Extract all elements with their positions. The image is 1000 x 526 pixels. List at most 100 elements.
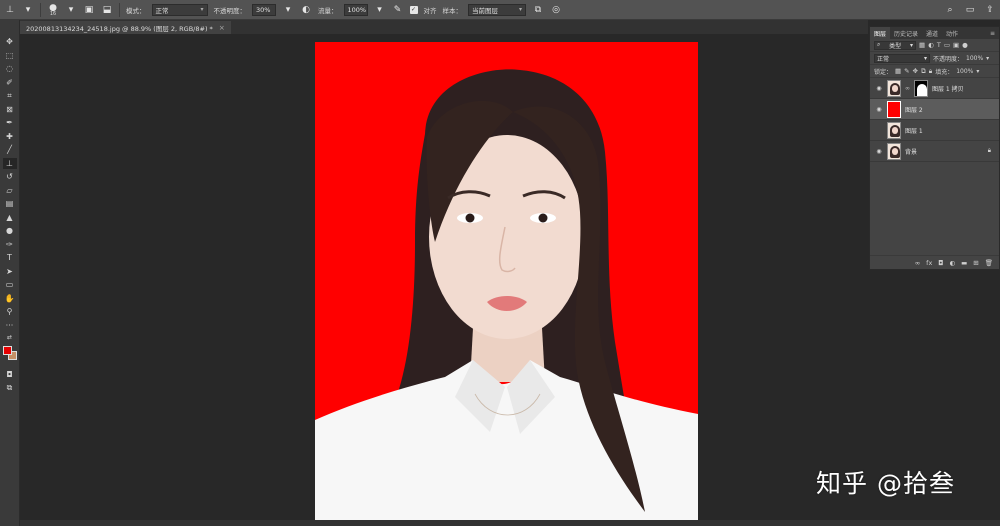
panel-menu-icon[interactable]: ≡ xyxy=(986,27,999,39)
clone-source-icon[interactable]: ⬓ xyxy=(101,4,113,16)
layer-name[interactable]: 图层 1 拷贝 xyxy=(932,84,964,93)
layer-row[interactable]: ◉ 图层 2 xyxy=(870,99,999,120)
clone-stamp-tool-preset-icon[interactable]: ⊥ xyxy=(4,4,16,16)
lock-icon: 🔒︎ xyxy=(987,147,991,154)
layer-row[interactable]: ◉ 图层 1 xyxy=(870,120,999,141)
layer-name[interactable]: 图层 2 xyxy=(905,105,923,114)
dodge-tool-icon[interactable]: ● xyxy=(3,225,17,237)
filter-pixel-icon[interactable]: ▦ xyxy=(919,41,925,49)
eye-hidden-icon[interactable]: ◉ xyxy=(875,127,883,134)
search-icon[interactable]: ⌕ xyxy=(944,4,956,16)
opacity-value[interactable]: 100% xyxy=(966,55,983,62)
chevron-down-icon[interactable]: ▾ xyxy=(65,4,77,16)
new-layer-icon[interactable]: ⊞ xyxy=(973,259,978,267)
move-tool-icon[interactable]: ✥ xyxy=(3,36,17,48)
more-tools-icon[interactable]: ··· xyxy=(3,320,17,332)
layer-row[interactable]: ◉ 背景 🔒︎ xyxy=(870,141,999,162)
blend-mode-select[interactable]: 正常 ▾ xyxy=(874,53,930,63)
eyedropper-tool-icon[interactable]: ✒ xyxy=(3,117,17,129)
filter-toggle-icon[interactable]: ● xyxy=(962,41,968,49)
layer-name[interactable]: 背景 xyxy=(905,147,917,156)
chevron-down-icon[interactable]: ▾ xyxy=(22,4,34,16)
document-canvas[interactable] xyxy=(315,42,698,520)
lock-all-icon[interactable]: 🔒︎ xyxy=(929,67,932,76)
chain-link-icon[interactable]: ∞ xyxy=(905,85,910,92)
lock-artboard-icon[interactable]: ⧉ xyxy=(921,67,926,76)
lock-image-icon[interactable]: ✎ xyxy=(904,67,909,75)
adjustment-icon[interactable]: ◐ xyxy=(949,259,955,267)
tab-channels[interactable]: 通道 xyxy=(922,27,942,39)
brush-size-picker[interactable]: ● 16 xyxy=(47,2,59,17)
eye-icon[interactable]: ◉ xyxy=(875,148,883,155)
layer-thumbnail xyxy=(887,79,901,97)
filter-adjustment-icon[interactable]: ◐ xyxy=(928,41,934,49)
layer-filter-select[interactable]: ⌕ 类型 ▾ xyxy=(874,40,916,50)
chevron-down-icon[interactable]: ▾ xyxy=(374,4,386,16)
lock-transparent-icon[interactable]: ▦ xyxy=(895,67,901,75)
zoom-tool-icon[interactable]: ⚲ xyxy=(3,306,17,318)
path-select-tool-icon[interactable]: ➤ xyxy=(3,266,17,278)
sample-select[interactable]: 当前图层 ▾ xyxy=(468,3,526,16)
mode-select[interactable]: 正常 ▾ xyxy=(151,3,208,16)
tab-layers[interactable]: 图层 xyxy=(870,27,891,39)
color-swatches[interactable] xyxy=(2,345,18,361)
marquee-tool-icon[interactable]: ⬚ xyxy=(3,50,17,62)
blur-tool-icon[interactable]: ▲ xyxy=(3,212,17,224)
ignore-adjustment-layers-icon[interactable]: ⧉ xyxy=(532,4,544,16)
lasso-tool-icon[interactable]: ◌ xyxy=(3,63,17,75)
filter-shape-icon[interactable]: ▭ xyxy=(944,41,950,49)
close-icon[interactable]: × xyxy=(219,24,225,32)
crop-tool-icon[interactable]: ⌗ xyxy=(3,90,17,102)
eraser-tool-icon[interactable]: ▱ xyxy=(3,185,17,197)
quick-mask-icon[interactable]: ◘ xyxy=(3,369,17,381)
workspace-icon[interactable]: ▭ xyxy=(964,4,976,16)
lock-position-icon[interactable]: ✥ xyxy=(913,67,918,75)
pen-tool-icon[interactable]: ✑ xyxy=(3,239,17,251)
quick-select-tool-icon[interactable]: ✐ xyxy=(3,77,17,89)
spot-heal-tool-icon[interactable]: ✚ xyxy=(3,131,17,143)
gradient-tool-icon[interactable]: ▤ xyxy=(3,198,17,210)
rectangle-tool-icon[interactable]: ▭ xyxy=(3,279,17,291)
tab-actions[interactable]: 动作 xyxy=(942,27,962,39)
canvas-workspace[interactable] xyxy=(20,34,868,520)
chevron-down-icon[interactable]: ▾ xyxy=(976,68,979,75)
history-brush-tool-icon[interactable]: ↺ xyxy=(3,171,17,183)
type-tool-icon[interactable]: T xyxy=(3,252,17,264)
mask-shape xyxy=(917,83,927,96)
document-tab[interactable]: 20200813134234_24518.jpg @ 88.9% (图层 2, … xyxy=(20,21,231,34)
airbrush-icon[interactable]: ✎ xyxy=(392,4,404,16)
hand-tool-icon[interactable]: ✋ xyxy=(3,293,17,305)
chevron-down-icon[interactable]: ▾ xyxy=(282,4,294,16)
aligned-checkbox[interactable]: ✓ xyxy=(409,5,418,14)
foreground-color-swatch[interactable] xyxy=(2,346,12,355)
pressure-size-icon[interactable]: ◎ xyxy=(550,4,562,16)
layer-mask-thumbnail[interactable] xyxy=(914,79,928,97)
layer-name[interactable]: 图层 1 xyxy=(905,126,923,135)
brush-tool-icon[interactable]: ╱ xyxy=(3,144,17,156)
link-icon[interactable]: ∞ xyxy=(915,259,920,267)
swap-colors-icon[interactable]: ⇄ xyxy=(3,333,17,341)
add-mask-icon[interactable]: ◘ xyxy=(938,259,943,267)
brush-settings-icon[interactable]: ▣ xyxy=(83,4,95,16)
trash-icon[interactable]: 🗑︎ xyxy=(985,259,993,267)
pressure-opacity-icon[interactable]: ◐ xyxy=(300,4,312,16)
filter-smart-object-icon[interactable]: ▣ xyxy=(953,41,959,49)
chevron-down-icon[interactable]: ▾ xyxy=(986,55,989,62)
frame-tool-icon[interactable]: ⊠ xyxy=(3,104,17,116)
tab-history[interactable]: 历史记录 xyxy=(890,27,922,39)
opacity-input[interactable]: 30% xyxy=(252,3,276,16)
fill-value[interactable]: 100% xyxy=(956,68,973,75)
share-icon[interactable]: ⇪ xyxy=(984,4,996,16)
thumb-face xyxy=(892,147,898,155)
eye-icon[interactable]: ◉ xyxy=(875,85,883,92)
group-icon[interactable]: ▬ xyxy=(961,259,967,267)
filter-type-icon[interactable]: T xyxy=(937,41,941,49)
fx-icon[interactable]: fx xyxy=(926,259,932,267)
layer-row[interactable]: ◉ ∞ 图层 1 拷贝 xyxy=(870,78,999,99)
screen-mode-icon[interactable]: ⧉ xyxy=(3,383,17,395)
clone-stamp-tool-icon[interactable]: ⊥ xyxy=(2,157,17,169)
flow-input[interactable]: 100% xyxy=(343,3,368,16)
search-icon: ⌕ xyxy=(877,41,881,48)
layer-thumbnail xyxy=(887,100,901,118)
eye-icon[interactable]: ◉ xyxy=(875,106,883,113)
